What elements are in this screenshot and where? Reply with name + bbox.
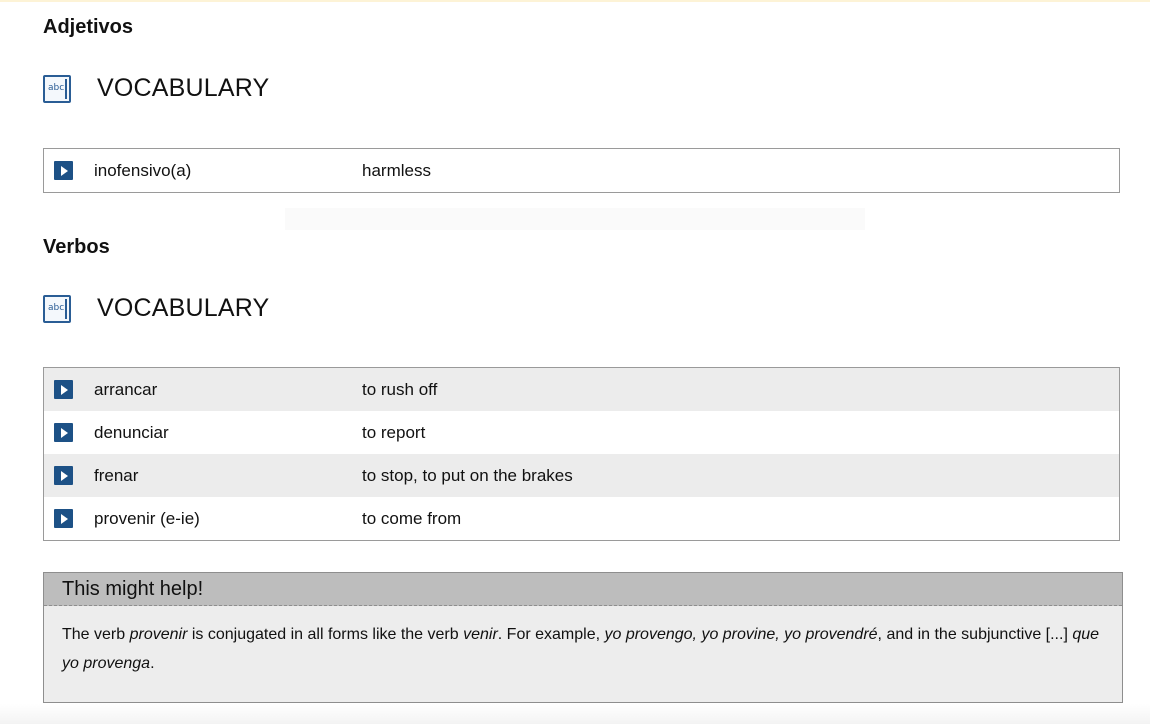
play-icon[interactable] bbox=[54, 423, 73, 442]
section-heading-adjetivos: Adjetivos bbox=[43, 16, 134, 38]
vocab-meaning: to stop, to put on the brakes bbox=[362, 465, 573, 485]
vocab-header-verbos: abc VOCABULARY bbox=[43, 294, 269, 323]
play-icon[interactable] bbox=[54, 509, 73, 528]
vocab-meaning: to report bbox=[362, 422, 426, 442]
vocab-meaning: harmless bbox=[362, 160, 431, 180]
bottom-fade bbox=[0, 704, 1150, 724]
vocab-term: inofensivo(a) bbox=[94, 160, 192, 180]
vocab-meaning: to rush off bbox=[362, 379, 438, 399]
vocab-table-verbos: arrancar to rush off denunciar to report… bbox=[43, 367, 1120, 541]
play-icon[interactable] bbox=[54, 466, 73, 485]
play-icon[interactable] bbox=[54, 161, 73, 180]
help-text: The verb provenir is conjugated in all f… bbox=[62, 626, 1100, 672]
vocab-row: denunciar to report bbox=[44, 411, 1119, 454]
vocab-title: VOCABULARY bbox=[97, 294, 270, 322]
vocab-header-adjetivos: abc VOCABULARY bbox=[43, 74, 269, 103]
help-box: This might help! The verb provenir is co… bbox=[43, 572, 1123, 703]
vocab-row: inofensivo(a) harmless bbox=[44, 149, 1119, 192]
vocab-term: arrancar bbox=[94, 379, 158, 399]
vocab-row: frenar to stop, to put on the brakes bbox=[44, 454, 1119, 497]
section-heading-verbos: Verbos bbox=[43, 236, 110, 258]
vocab-term: frenar bbox=[94, 465, 139, 485]
vocab-table-adjetivos: inofensivo(a) harmless bbox=[43, 148, 1120, 193]
vocab-row: arrancar to rush off bbox=[44, 368, 1119, 411]
vocab-term: denunciar bbox=[94, 422, 169, 442]
vocab-meaning: to come from bbox=[362, 508, 462, 528]
abc-book-icon: abc bbox=[43, 294, 71, 323]
play-icon[interactable] bbox=[54, 380, 73, 399]
divider-shadow bbox=[285, 208, 865, 230]
vocab-row: provenir (e-ie) to come from bbox=[44, 497, 1119, 540]
vocab-term: provenir (e-ie) bbox=[94, 508, 200, 528]
top-divider bbox=[0, 0, 1150, 2]
abc-book-icon: abc bbox=[43, 74, 71, 103]
vocab-title: VOCABULARY bbox=[97, 74, 270, 102]
help-title: This might help! bbox=[44, 573, 1122, 606]
